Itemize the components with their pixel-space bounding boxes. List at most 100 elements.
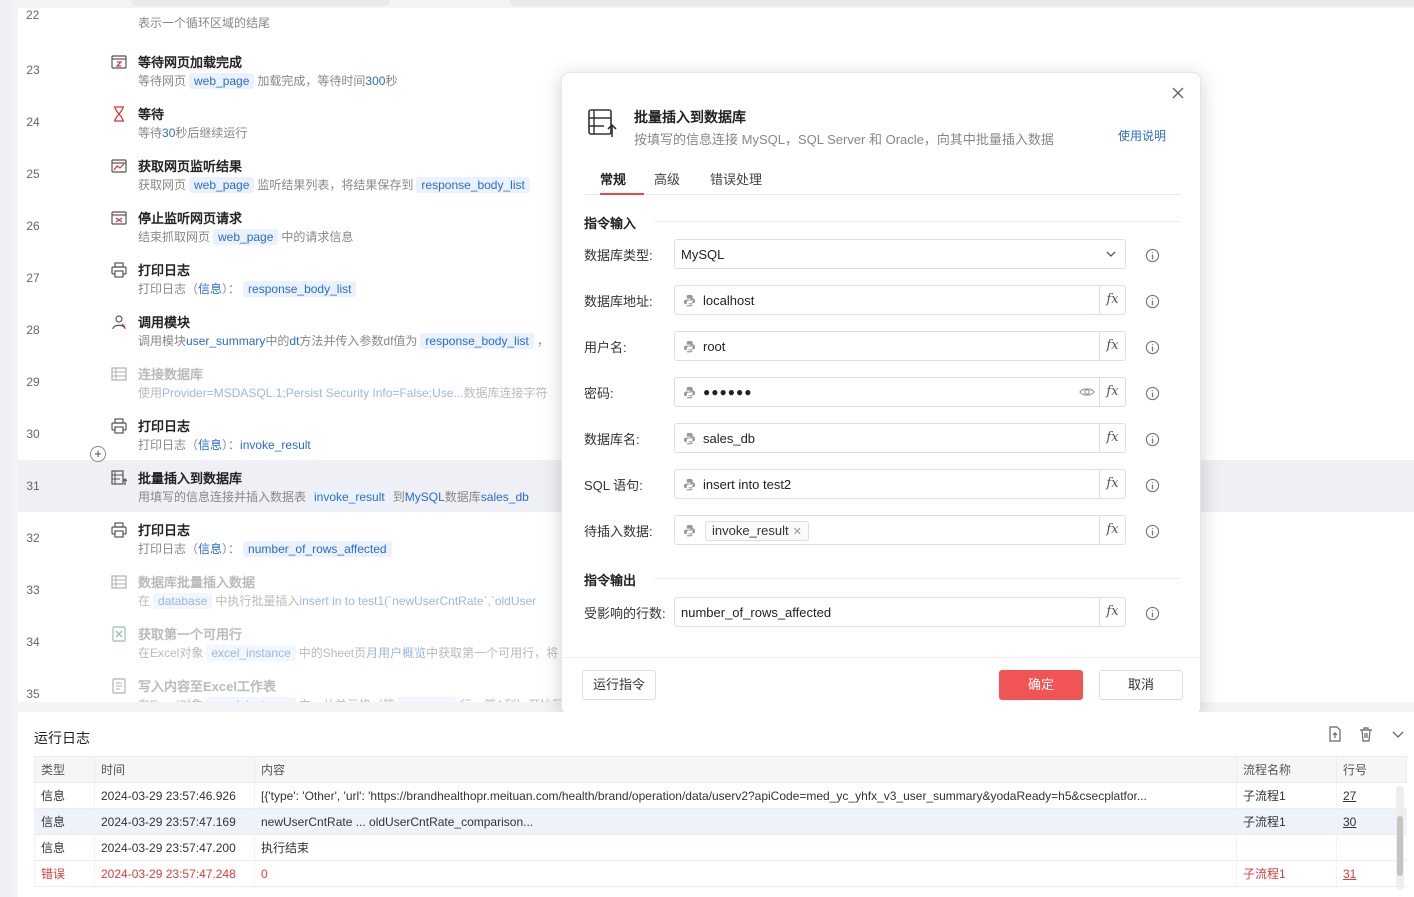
step-desc-text: 中执行批量插入	[215, 594, 300, 608]
log-row[interactable]: 信息 2024-03-29 23:57:46.926 [{'type': 'Othe…	[34, 782, 1407, 809]
rows-affected-input[interactable]: number_of_rows_affected fx	[674, 597, 1126, 627]
formula-button[interactable]: fx	[1099, 598, 1125, 626]
username-value: root	[703, 339, 726, 354]
log-type: 信息	[34, 834, 95, 861]
log-flow: 子流程1	[1236, 808, 1337, 835]
footer-divider	[562, 657, 1200, 658]
password-input[interactable]: ●●●●●● fx	[674, 377, 1126, 407]
step-number: 32	[26, 531, 40, 545]
run-command-button[interactable]: 运行指令	[582, 670, 656, 700]
log-flow: 子流程1	[1236, 860, 1337, 887]
log-scrollbar[interactable]	[1396, 786, 1404, 890]
step-description: 使用Provider=MSDASQL.1;Persist Security In…	[138, 384, 547, 401]
step-desc-variable: excel_instance	[206, 697, 296, 702]
tab-error-handling[interactable]: 错误处理	[710, 169, 762, 195]
formula-button[interactable]: fx	[1099, 424, 1125, 452]
step-title: 等待	[138, 107, 165, 122]
step-desc-text: 中的	[265, 334, 290, 348]
step-title: 写入内容至Excel工作表	[138, 679, 276, 694]
db-type-select[interactable]: MySQL	[674, 239, 1126, 269]
log-type: 信息	[34, 782, 95, 809]
step-desc-variable: web_page	[189, 177, 255, 193]
step-description: 获取网页 web_page 监听结果列表，将结果保存到 response_body_l…	[138, 176, 533, 193]
dialog-tabs: 常规 高级 错误处理	[584, 169, 1180, 195]
log-flow: 子流程1	[1236, 782, 1337, 809]
col-flow[interactable]: 流程名称	[1236, 756, 1337, 783]
close-icon[interactable]	[1170, 85, 1186, 101]
step-title: 批量插入到数据库	[138, 471, 243, 486]
info-icon[interactable]	[1145, 606, 1160, 621]
step-number: 31	[26, 479, 40, 493]
step-desc-variable: database	[153, 593, 213, 609]
step-number: 33	[26, 583, 40, 597]
info-icon[interactable]	[1145, 340, 1160, 355]
database-connect-icon	[111, 366, 127, 382]
info-icon[interactable]	[1145, 432, 1160, 447]
log-row[interactable]: 信息 2024-03-29 23:57:47.169 newUserCntRate…	[34, 808, 1407, 835]
formula-button[interactable]: fx	[1099, 286, 1125, 314]
webpage-chart-icon	[111, 158, 127, 174]
log-row[interactable]: 错误 2024-03-29 23:57:47.248 0 子流程1 31	[34, 860, 1407, 887]
formula-button[interactable]: fx	[1099, 378, 1125, 406]
step-desc-text: 监听结果列表，将结果保存到	[257, 178, 414, 192]
info-icon[interactable]	[1145, 478, 1160, 493]
formula-button[interactable]: fx	[1099, 332, 1125, 360]
variable-tag-label: invoke_result	[712, 523, 789, 538]
db-name-input[interactable]: sales_db fx	[674, 423, 1126, 453]
help-link[interactable]: 使用说明	[1118, 127, 1166, 144]
trash-icon[interactable]	[1358, 726, 1374, 742]
info-icon[interactable]	[1145, 386, 1160, 401]
confirm-button[interactable]: 确定	[999, 670, 1083, 700]
password-label: 密码:	[584, 386, 614, 401]
printer-icon	[111, 262, 127, 278]
chevron-down-icon[interactable]	[1390, 726, 1406, 742]
python-icon	[683, 386, 696, 399]
sql-input[interactable]: insert into test2 fx	[674, 469, 1126, 499]
step-desc-text: 结束抓取网页	[138, 230, 211, 244]
variable-tag[interactable]: invoke_result ✕	[705, 521, 809, 541]
log-title: 运行日志	[34, 730, 90, 746]
python-icon	[683, 294, 696, 307]
step-desc-variable: response_body_list	[416, 177, 530, 193]
db-host-input[interactable]: localhost fx	[674, 285, 1126, 315]
tag-remove-icon[interactable]: ✕	[793, 526, 802, 538]
section-divider	[654, 578, 1180, 579]
info-icon[interactable]	[1145, 294, 1160, 309]
info-icon[interactable]	[1145, 524, 1160, 539]
export-icon[interactable]	[1327, 726, 1343, 742]
db-name-label: 数据库名:	[584, 432, 640, 447]
module-icon	[111, 314, 127, 330]
step-description: 在Excel对象 excel_instance 中的Sheet页月用户概览中获取第一…	[138, 644, 558, 661]
formula-button[interactable]: fx	[1099, 470, 1125, 498]
step-desc-value: MySQL	[404, 490, 445, 504]
sql-value: insert into test2	[703, 477, 792, 492]
python-icon	[683, 478, 696, 491]
cancel-button[interactable]: 取消	[1099, 670, 1183, 700]
log-type: 错误	[34, 860, 95, 887]
col-content[interactable]: 内容	[254, 756, 1237, 783]
python-icon	[683, 340, 696, 353]
eye-icon[interactable]	[1079, 385, 1095, 399]
log-content: 执行结束	[254, 834, 1237, 861]
insert-step-button[interactable]: +	[90, 446, 106, 462]
formula-button[interactable]: fx	[1099, 516, 1125, 544]
sql-label: SQL 语句:	[584, 478, 643, 493]
col-type[interactable]: 类型	[34, 756, 95, 783]
step-desc-variable: excel_instance	[206, 645, 296, 661]
tab-advanced[interactable]: 高级	[654, 169, 680, 195]
step-desc-value: insert in to test1(`newUserCntRate`,`old…	[299, 594, 537, 608]
run-log-panel: 运行日志 类型 时间 内容 流程名称 行号 信息 2024-03-29 23:57…	[18, 712, 1414, 897]
step-description: 用填写的信息连接并插入数据表 invoke_result 到MySQL数据库sale…	[138, 488, 529, 505]
step-desc-variable: web_page	[189, 73, 255, 89]
step-desc-text: 调用模块	[138, 334, 187, 348]
username-input[interactable]: root fx	[674, 331, 1126, 361]
col-line[interactable]: 行号	[1336, 756, 1407, 783]
dialog-subtitle: 按填写的信息连接 MySQL，SQL Server 和 Oracle，向其中批量…	[634, 132, 1054, 147]
col-time[interactable]: 时间	[94, 756, 255, 783]
log-content: newUserCntRate ... oldUserCntRate_compar…	[254, 808, 1237, 835]
insert-data-input[interactable]: invoke_result ✕ fx	[674, 515, 1126, 545]
log-row[interactable]: 信息 2024-03-29 23:57:47.200 执行结束	[34, 834, 1407, 861]
info-icon[interactable]	[1145, 248, 1160, 263]
db-insert-icon	[111, 470, 127, 486]
tab-general[interactable]: 常规	[600, 169, 644, 195]
